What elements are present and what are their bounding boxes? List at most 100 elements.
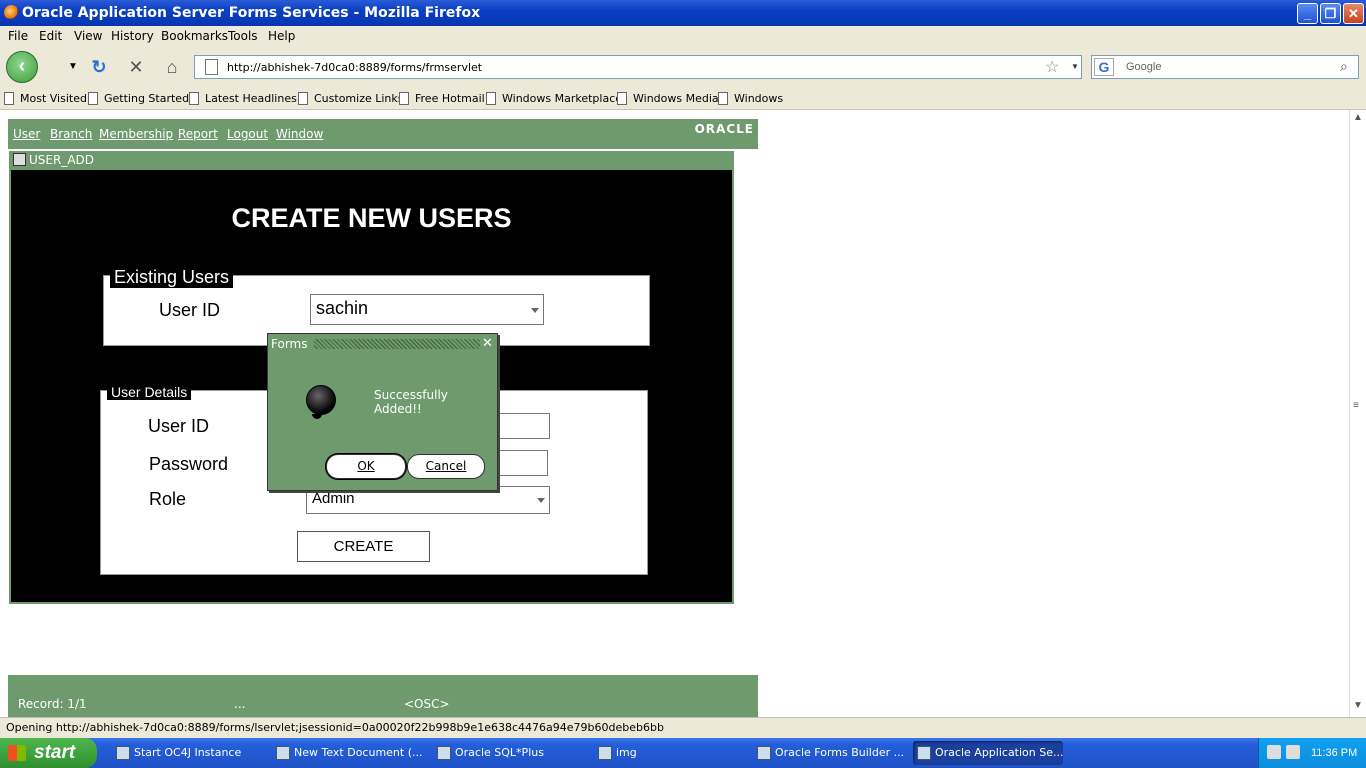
bookmark-windows-marketplace[interactable]: Windows Marketplace xyxy=(486,92,622,105)
chevron-down-icon[interactable] xyxy=(531,308,539,313)
task-forms-builder[interactable]: Oracle Forms Builder ... xyxy=(753,741,903,765)
task-new-text-document[interactable]: New Text Document (... xyxy=(272,741,422,765)
volume-icon[interactable] xyxy=(1286,745,1300,759)
task-firefox-oracle-app[interactable]: Oracle Application Se... xyxy=(913,741,1063,765)
reload-icon[interactable]: ↻ xyxy=(88,56,110,78)
stop-icon[interactable]: ✕ xyxy=(125,56,147,78)
task-label: Oracle Forms Builder ... xyxy=(775,746,903,759)
dialog-message: Successfully Added!! xyxy=(374,388,448,416)
history-dropdown-icon[interactable]: ▼ xyxy=(62,56,84,78)
oracle-logo: ORACLE xyxy=(694,122,754,136)
page-heading: CREATE NEW USERS xyxy=(231,203,512,233)
bookmark-label: Windows xyxy=(734,92,784,105)
menu-tools[interactable]: Tools xyxy=(228,29,258,43)
rss-icon xyxy=(189,92,199,105)
maximize-button[interactable]: ❐ xyxy=(1320,3,1341,24)
dialog-title: Forms xyxy=(271,337,308,351)
create-button[interactable]: CREATE xyxy=(297,531,430,562)
user-details-legend: User Details xyxy=(107,384,192,400)
back-button[interactable]: ‹ xyxy=(6,51,38,83)
applet-menu-branch[interactable]: Branch xyxy=(50,127,92,141)
applet-menu-membership[interactable]: Membership xyxy=(99,127,173,141)
dialog-title-grip xyxy=(314,339,480,349)
bookmark-windows[interactable]: Windows xyxy=(718,92,783,105)
bookmark-icon xyxy=(617,92,627,105)
bookmark-label: Customize Links xyxy=(314,92,404,105)
bookmark-customize-links[interactable]: Customize Links xyxy=(298,92,404,105)
record-indicator: Record: 1/1 xyxy=(18,697,87,711)
minimize-button[interactable]: _ xyxy=(1297,3,1318,24)
menu-edit[interactable]: Edit xyxy=(39,29,62,43)
home-icon[interactable]: ⌂ xyxy=(161,56,183,78)
url-dropdown-icon[interactable]: ▼ xyxy=(1071,62,1079,71)
close-button[interactable]: ✕ xyxy=(1343,3,1364,24)
menu-help[interactable]: Help xyxy=(268,29,295,43)
cancel-button[interactable]: Cancel xyxy=(407,454,485,479)
network-icon[interactable] xyxy=(1267,745,1281,759)
console-icon xyxy=(116,746,130,760)
notepad-icon xyxy=(276,746,290,760)
chevron-down-icon[interactable] xyxy=(537,498,545,503)
scroll-thumb[interactable]: ≡ xyxy=(1353,400,1359,411)
bookmark-most-visited[interactable]: Most Visited xyxy=(4,92,87,105)
task-img-folder[interactable]: img xyxy=(594,741,744,765)
existing-users-legend: Existing Users xyxy=(110,267,234,288)
search-box[interactable]: G Google ⌕ xyxy=(1091,55,1359,79)
search-icon[interactable]: ⌕ xyxy=(1340,58,1348,75)
applet-menu-report[interactable]: Report xyxy=(178,127,218,141)
task-label: img xyxy=(616,746,637,759)
bookmark-label: Most Visited xyxy=(20,92,87,105)
bookmark-icon xyxy=(298,92,308,105)
title-bar: Oracle Application Server Forms Services… xyxy=(0,0,1366,26)
bookmark-getting-started[interactable]: Getting Started xyxy=(88,92,189,105)
menu-view[interactable]: View xyxy=(74,29,102,43)
task-label: Oracle SQL*Plus xyxy=(455,746,544,759)
applet-menu-bar: User Branch Membership Report Logout Win… xyxy=(8,119,758,149)
menu-bookmarks[interactable]: Bookmarks xyxy=(161,29,228,43)
bookmark-icon xyxy=(718,92,728,105)
start-button[interactable]: start xyxy=(0,738,97,768)
scroll-down-icon[interactable]: ▼ xyxy=(1353,700,1363,711)
url-bar[interactable]: http://abhishek-7d0ca0:8889/forms/frmser… xyxy=(194,55,1082,79)
bookmark-icon xyxy=(88,92,98,105)
sqlplus-icon xyxy=(437,746,451,760)
scroll-up-icon[interactable]: ▲ xyxy=(1353,112,1363,123)
bookmark-label: Latest Headlines xyxy=(205,92,297,105)
taskbar: start Start OC4J Instance New Text Docum… xyxy=(0,738,1366,768)
bookmark-icon xyxy=(399,92,409,105)
applet-menu-logout[interactable]: Logout xyxy=(227,127,268,141)
applet-menu-window[interactable]: Window xyxy=(276,127,323,141)
bookmark-windows-media[interactable]: Windows Media xyxy=(617,92,719,105)
url-text: http://abhishek-7d0ca0:8889/forms/frmser… xyxy=(227,61,483,74)
bookmark-label: Windows Media xyxy=(633,92,719,105)
task-label: Oracle Application Se... xyxy=(935,746,1063,759)
browser-status-bar: Opening http://abhishek-7d0ca0:8889/form… xyxy=(0,717,1366,738)
status-dots: ... xyxy=(234,697,246,711)
windows-logo-icon xyxy=(8,745,26,761)
search-engine-icon[interactable]: G xyxy=(1094,58,1114,76)
folder-icon xyxy=(598,746,612,760)
ok-button[interactable]: OK xyxy=(326,454,406,479)
applet-menu-user[interactable]: User xyxy=(13,127,40,141)
system-tray: 11:36 PM xyxy=(1258,738,1366,768)
form-window-titlebar: USER_ADD xyxy=(9,151,734,170)
page-icon xyxy=(205,59,218,75)
bookmark-label: Free Hotmail xyxy=(415,92,485,105)
role-label: Role xyxy=(149,489,187,509)
task-start-oc4j[interactable]: Start OC4J Instance xyxy=(112,741,267,765)
dialog-close-icon[interactable]: ✕ xyxy=(482,335,493,351)
existing-user-id-combo[interactable]: sachin xyxy=(310,294,544,325)
clock: 11:36 PM xyxy=(1311,747,1358,759)
password-label: Password xyxy=(149,454,229,474)
start-label: start xyxy=(34,742,76,763)
menu-history[interactable]: History xyxy=(111,29,154,43)
task-sql-plus[interactable]: Oracle SQL*Plus xyxy=(433,741,583,765)
menu-file[interactable]: File xyxy=(8,29,28,43)
vertical-scrollbar[interactable]: ▲ ≡ ▼ xyxy=(1349,110,1366,717)
bookmark-latest-headlines[interactable]: Latest Headlines xyxy=(189,92,297,105)
applet-status-bar: Record: 1/1 ... <OSC> xyxy=(8,675,758,717)
star-icon[interactable]: ☆ xyxy=(1045,57,1059,77)
window-title: Oracle Application Server Forms Services… xyxy=(22,5,481,21)
existing-user-id-value: sachin xyxy=(316,298,369,318)
bookmark-free-hotmail[interactable]: Free Hotmail xyxy=(399,92,485,105)
